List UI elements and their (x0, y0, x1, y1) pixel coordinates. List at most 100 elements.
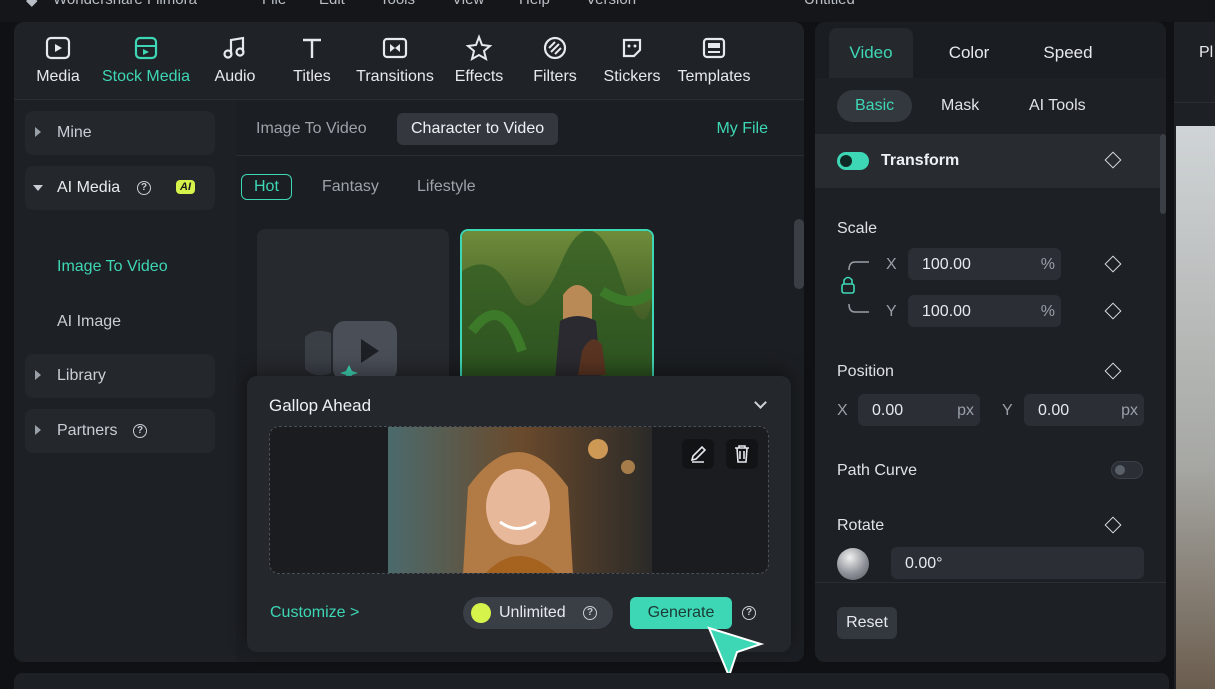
rotate-dial[interactable] (837, 548, 869, 580)
toolbar-templates[interactable]: Templates (674, 34, 754, 86)
tab-color[interactable]: Color (927, 28, 1011, 78)
subtab-ai-tools[interactable]: AI Tools (1011, 90, 1104, 122)
uploaded-photo (388, 427, 652, 573)
cursor-pointer-icon (707, 626, 765, 679)
toolbar-transitions-label: Transitions (356, 68, 434, 85)
path-curve-toggle[interactable] (1111, 461, 1143, 479)
customize-link[interactable]: Customize > (270, 604, 359, 622)
my-file-link[interactable]: My File (716, 120, 768, 138)
menu-file[interactable]: File (262, 0, 286, 8)
chip-hot[interactable]: Hot (241, 174, 292, 200)
chip-fantasy[interactable]: Fantasy (309, 174, 392, 200)
menu-view[interactable]: View (452, 0, 484, 8)
help-icon[interactable]: ? (583, 606, 597, 620)
sidebar-item-partners[interactable]: Partners ? (25, 409, 215, 453)
subtab-basic[interactable]: Basic (837, 90, 913, 122)
keyframe-diamond-icon[interactable] (1104, 255, 1122, 273)
app-title: Wondershare Filmora (53, 0, 197, 8)
upload-card[interactable] (257, 229, 449, 389)
chip-lifestyle[interactable]: Lifestyle (404, 174, 489, 200)
toolbar-stickers[interactable]: Stickers (602, 34, 662, 86)
tab-speed[interactable]: Speed (1026, 28, 1110, 78)
reset-button[interactable]: Reset (837, 607, 897, 639)
delete-button[interactable] (726, 439, 758, 469)
scale-x-value: 100.00 (922, 256, 971, 273)
sidebar-item-ai-media[interactable]: AI Media ? AI (25, 166, 215, 210)
tab-character-to-video[interactable]: Character to Video (397, 113, 559, 145)
expand-arrow-icon (35, 425, 41, 435)
help-icon[interactable]: ? (742, 606, 756, 620)
unlimited-credits[interactable]: Unlimited ? (463, 597, 613, 629)
toolbar-transitions[interactable]: Transitions (354, 34, 436, 86)
player-tab-label[interactable]: Pl (1199, 44, 1213, 62)
lock-ratio-icon[interactable] (839, 258, 875, 316)
menu-help[interactable]: Help (519, 0, 550, 8)
preview-image (1176, 126, 1215, 689)
transition-icon (382, 37, 408, 59)
sidebar-item-library-label: Library (57, 367, 106, 384)
divider (1174, 102, 1215, 103)
player-panel: Pl (1174, 22, 1215, 689)
sidebar-item-mine[interactable]: Mine (25, 111, 215, 155)
toolbar-audio[interactable]: Audio (210, 34, 260, 86)
toolbar-effects[interactable]: Effects (452, 34, 506, 86)
position-y-unit: px (1121, 402, 1138, 419)
scale-label: Scale (837, 220, 878, 237)
rotate-input[interactable]: 0.00° (891, 547, 1144, 579)
scale-y-input[interactable]: 100.00 % (908, 295, 1061, 327)
pencil-icon (690, 445, 707, 463)
sidebar-item-mine-label: Mine (57, 124, 92, 141)
keyframe-diamond-icon[interactable] (1104, 362, 1122, 380)
keyframe-diamond-icon[interactable] (1104, 302, 1122, 320)
tab-video[interactable]: Video (829, 28, 913, 78)
content-scrollbar[interactable] (794, 219, 804, 289)
expand-arrow-icon (35, 370, 41, 380)
collapse-arrow-icon (33, 185, 43, 191)
toolbar-media[interactable]: Media (34, 34, 82, 86)
scale-y-value: 100.00 (922, 303, 971, 320)
chevron-down-icon[interactable] (754, 396, 767, 409)
sidebar-item-library[interactable]: Library (25, 354, 215, 398)
toolbar-filters[interactable]: Filters (531, 34, 579, 86)
position-x-value: 0.00 (872, 402, 904, 419)
toolbar-titles[interactable]: Titles (289, 34, 335, 86)
credit-icon (471, 603, 491, 623)
image-drop-zone[interactable] (269, 426, 769, 574)
toolbar-titles-label: Titles (293, 68, 331, 85)
keyframe-diamond-icon[interactable] (1104, 151, 1122, 169)
menu-edit[interactable]: Edit (319, 0, 345, 8)
popup-title: Gallop Ahead (269, 396, 372, 415)
inspector-scrollbar[interactable] (1160, 134, 1166, 214)
position-x-label: X (837, 402, 848, 419)
content-tabs: Image To Video Character to Video My Fil… (236, 101, 804, 156)
stock-media-sidebar: Mine AI Media ? AI Image To Video AI Ima… (14, 101, 234, 662)
rotate-value: 0.00° (905, 555, 943, 572)
project-title: Untitled (804, 0, 855, 8)
transform-toggle[interactable] (837, 152, 869, 170)
position-label: Position (837, 363, 894, 380)
scale-y-label: Y (886, 303, 897, 320)
template-card-gallop-ahead[interactable] (460, 229, 654, 389)
help-icon[interactable]: ? (137, 181, 151, 195)
toolbar-effects-label: Effects (454, 68, 504, 85)
inspector-footer: Reset (815, 582, 1166, 662)
sidebar-item-ai-media-label: AI Media (57, 179, 121, 196)
position-x-input[interactable]: 0.00 px (858, 394, 980, 426)
subtab-mask[interactable]: Mask (923, 90, 997, 122)
scale-x-input[interactable]: 100.00 % (908, 248, 1061, 280)
sidebar-item-ai-image[interactable]: AI Image (57, 313, 121, 331)
expand-arrow-icon (35, 127, 41, 137)
transform-section-header[interactable]: Transform (815, 134, 1160, 188)
help-icon[interactable]: ? (133, 424, 147, 438)
tab-image-to-video[interactable]: Image To Video (242, 113, 381, 145)
edit-button[interactable] (682, 439, 714, 469)
toolbar-stock-media[interactable]: Stock Media (100, 34, 192, 86)
sidebar-item-image-to-video[interactable]: Image To Video (57, 258, 168, 276)
menu-version[interactable]: Version (586, 0, 636, 8)
template-popup: Gallop Ahead Customize > Unlimited ? Gen… (247, 376, 791, 679)
position-y-value: 0.00 (1038, 402, 1070, 419)
menu-tools[interactable]: Tools (380, 0, 415, 8)
keyframe-diamond-icon[interactable] (1104, 516, 1122, 534)
position-y-input[interactable]: 0.00 px (1024, 394, 1144, 426)
inspector-panel: Video Color Speed Basic Mask AI Tools Tr… (815, 22, 1166, 662)
